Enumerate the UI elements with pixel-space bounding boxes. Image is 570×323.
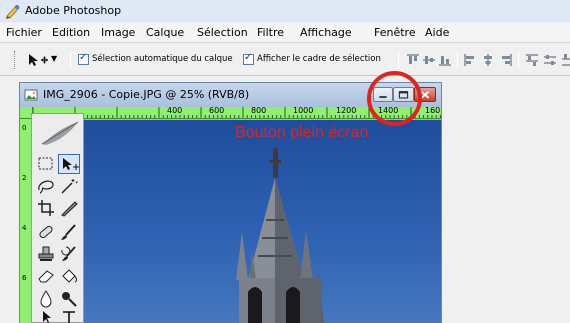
lasso-tool-icon[interactable] xyxy=(35,176,57,196)
brush-tool-icon[interactable] xyxy=(58,222,80,242)
ruler-tick-label: 1000 xyxy=(293,107,314,115)
dodge-tool-icon[interactable] xyxy=(58,288,80,308)
show-bounds-label: Afficher le cadre de sélection xyxy=(257,54,381,64)
ruler-tick-label: 800 xyxy=(251,107,267,115)
ruler-tick-label: 1200 xyxy=(336,107,357,115)
type-tool-icon[interactable] xyxy=(58,310,80,323)
blur-tool-icon[interactable] xyxy=(35,288,57,308)
menu-fenetre[interactable]: Fenêtre xyxy=(374,26,416,39)
toolbar-separator xyxy=(70,51,71,69)
align-bottom-icon[interactable] xyxy=(438,53,452,67)
menu-selection[interactable]: Sélection xyxy=(197,26,248,39)
ruler-tick-label: 600 xyxy=(209,107,225,115)
ruler-tick-label: 6 xyxy=(22,274,27,282)
toolbar-separator xyxy=(457,51,458,69)
distribute-bottom-icon[interactable] xyxy=(561,53,570,67)
magic-wand-icon[interactable] xyxy=(58,176,80,196)
document-title: IMG_2906 - Copie.JPG @ 25% (RVB/8) xyxy=(43,88,250,101)
show-bounds-checkbox[interactable] xyxy=(243,52,254,65)
church-spire-photo xyxy=(236,148,324,323)
menu-image[interactable]: Image xyxy=(101,26,135,39)
menu-filtre[interactable]: Filtre xyxy=(257,26,284,39)
align-vcenter-icon[interactable] xyxy=(422,53,436,67)
document-icon xyxy=(24,89,38,101)
menu-calque[interactable]: Calque xyxy=(146,26,184,39)
photoshop-icon xyxy=(6,5,20,19)
menu-fichier[interactable]: Fichier xyxy=(6,26,42,39)
image-canvas[interactable] xyxy=(34,120,441,323)
history-brush-icon[interactable] xyxy=(58,244,80,264)
marquee-tool-icon[interactable] xyxy=(35,154,57,174)
app-title-bar: Adobe Photoshop xyxy=(0,0,570,22)
distribute-top-icon[interactable] xyxy=(525,53,539,67)
menu-aide[interactable]: Aide xyxy=(425,26,449,39)
eraser-tool-icon[interactable] xyxy=(35,266,57,286)
options-bar: ▼ Sélection automatique du calque Affich… xyxy=(0,44,570,76)
toolbar-separator xyxy=(398,51,399,69)
chevron-down-icon[interactable]: ▼ xyxy=(51,54,57,63)
annotation-label: Bouton plein écran xyxy=(235,124,369,141)
toolbar-separator xyxy=(518,51,519,69)
move-tool-icon xyxy=(63,158,79,170)
distribute-vcenter-icon[interactable] xyxy=(543,53,557,67)
feather-icon xyxy=(41,121,79,145)
menu-edition[interactable]: Edition xyxy=(52,26,90,39)
menu-bar: Fichier Edition Image Calque Sélection F… xyxy=(0,23,570,43)
workspace-background xyxy=(442,76,570,323)
auto-select-label: Sélection automatique du calque xyxy=(92,54,233,64)
slice-tool-icon[interactable] xyxy=(58,198,80,218)
ruler-tick-label: 0 xyxy=(22,124,27,132)
ruler-tick-label: 4 xyxy=(22,224,27,232)
app-title: Adobe Photoshop xyxy=(25,4,122,17)
path-selection-icon[interactable] xyxy=(35,310,57,323)
align-top-icon[interactable] xyxy=(406,53,420,67)
move-tool-button[interactable] xyxy=(58,154,80,174)
healing-brush-icon[interactable] xyxy=(35,222,57,242)
crop-tool-icon[interactable] xyxy=(35,198,57,218)
ruler-tick-label: 400 xyxy=(167,107,183,115)
clone-stamp-icon[interactable] xyxy=(35,244,57,264)
highlight-circle xyxy=(367,71,422,126)
align-hcenter-icon[interactable] xyxy=(481,53,495,67)
toolbar-grip[interactable] xyxy=(14,51,16,69)
tools-palette xyxy=(31,113,84,323)
move-tool-icon[interactable] xyxy=(27,53,49,67)
auto-select-checkbox[interactable] xyxy=(78,52,89,65)
ruler-tick-label: 160 xyxy=(425,107,441,115)
ruler-tick-label: 2 xyxy=(22,174,27,182)
align-left-icon[interactable] xyxy=(463,53,477,67)
align-right-icon[interactable] xyxy=(499,53,513,67)
menu-affichage[interactable]: Affichage xyxy=(300,26,352,39)
paint-bucket-icon[interactable] xyxy=(58,266,80,286)
